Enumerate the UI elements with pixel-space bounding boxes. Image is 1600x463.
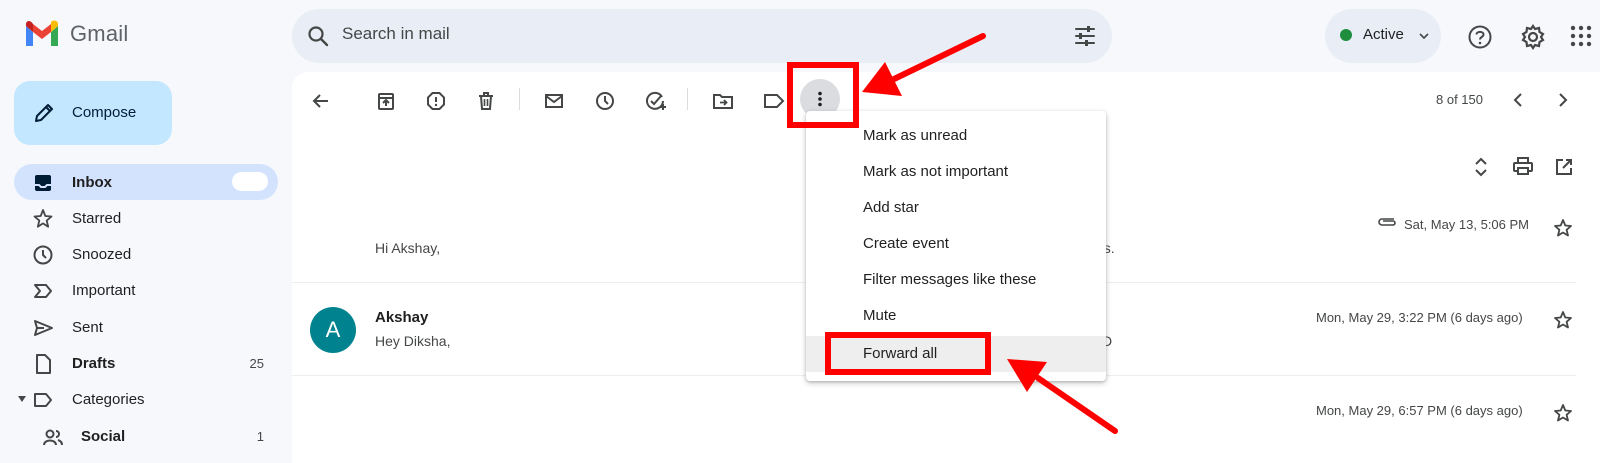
annotation-arrow-bottom xyxy=(1007,359,1118,434)
annotation-arrows xyxy=(862,33,1118,434)
annotation-arrow-top xyxy=(862,33,986,96)
